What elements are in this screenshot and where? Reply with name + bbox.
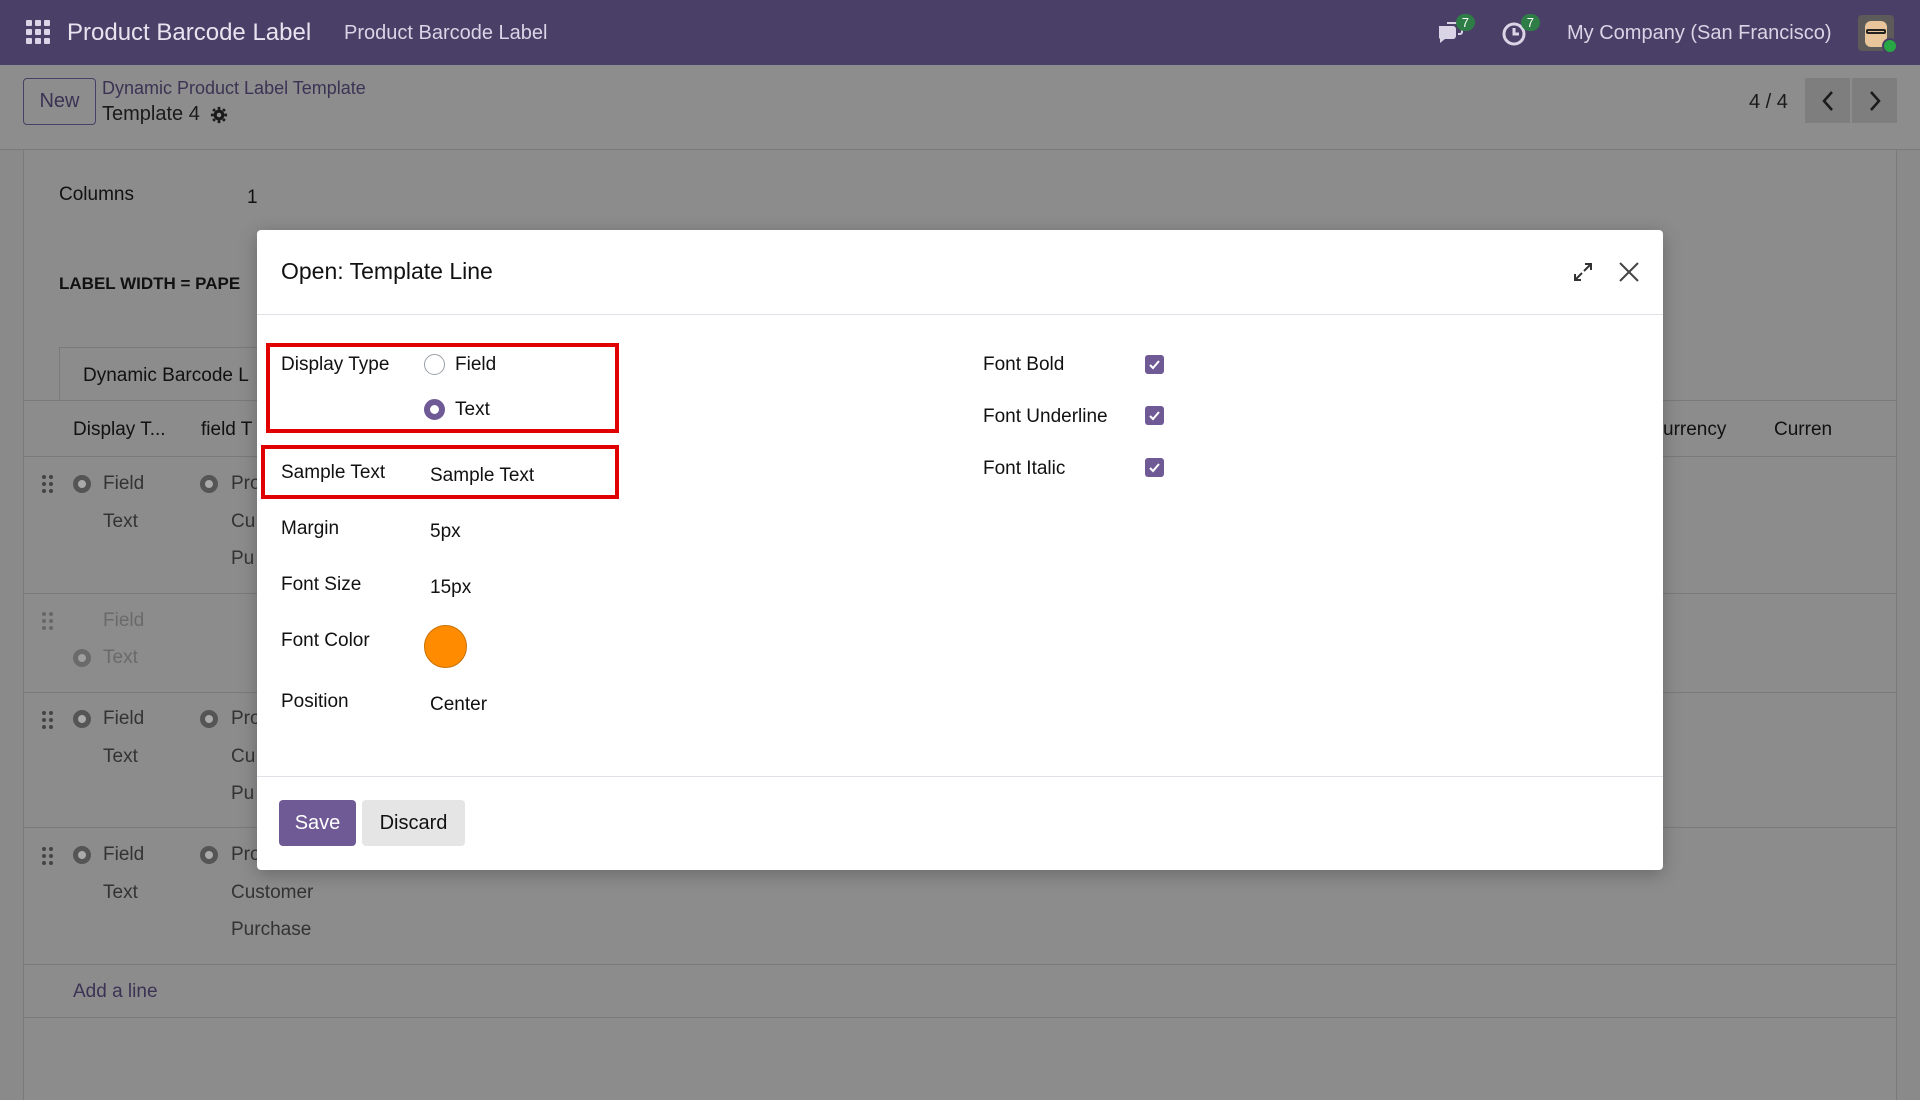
- font-bold-label: Font Bold: [983, 354, 1065, 375]
- activities-badge: 7: [1520, 14, 1540, 31]
- discard-button[interactable]: Discard: [362, 800, 465, 846]
- columns-value[interactable]: 1: [247, 187, 258, 209]
- check-icon: [1149, 463, 1160, 473]
- row-text-option: Text: [103, 746, 138, 767]
- expand-icon[interactable]: [1572, 261, 1594, 283]
- margin-label: Margin: [281, 518, 340, 539]
- radio-field[interactable]: [73, 475, 91, 493]
- activities-button[interactable]: 7: [1500, 14, 1540, 48]
- position-select[interactable]: Center: [430, 694, 487, 716]
- new-button[interactable]: New: [23, 78, 96, 125]
- app-brand[interactable]: Product Barcode Label: [67, 19, 311, 47]
- sample-text-label: Sample Text: [281, 462, 386, 483]
- font-underline-label: Font Underline: [983, 406, 1108, 427]
- breadcrumb-current: Template 4: [102, 103, 228, 126]
- row-field-option: Field: [103, 473, 145, 494]
- column-header-currency[interactable]: urrency: [1663, 419, 1726, 441]
- column-header-display-type[interactable]: Display T...: [73, 419, 166, 441]
- row-field-option: Field: [103, 708, 145, 729]
- dialog-footer: Save Discard: [257, 776, 1663, 870]
- sample-text-input[interactable]: Sample Text: [430, 465, 534, 487]
- position-label: Position: [281, 691, 349, 712]
- radio-product[interactable]: [200, 475, 218, 493]
- label-width-text: LABEL WIDTH = PAPE: [59, 274, 241, 293]
- menu-item-product-barcode-label[interactable]: Product Barcode Label: [344, 22, 547, 45]
- online-status-dot: [1882, 38, 1898, 54]
- pager-previous-button[interactable]: [1805, 78, 1850, 123]
- control-panel: New Dynamic Product Label Template Templ…: [0, 65, 1920, 150]
- check-icon: [1149, 411, 1160, 421]
- messages-button[interactable]: 7: [1435, 14, 1475, 48]
- radio-field[interactable]: [73, 710, 91, 728]
- row-text-option: Text: [103, 647, 138, 668]
- close-icon[interactable]: [1617, 260, 1641, 284]
- company-switcher[interactable]: My Company (San Francisco): [1567, 22, 1832, 45]
- radio-field[interactable]: [73, 846, 91, 864]
- pager-next-button[interactable]: [1852, 78, 1897, 123]
- column-header-curren[interactable]: Curren: [1774, 419, 1832, 441]
- radio-display-type-field[interactable]: [424, 354, 445, 375]
- display-type-label: Display Type: [281, 354, 390, 375]
- radio-text[interactable]: [73, 649, 91, 667]
- row-cell: Customer: [231, 882, 314, 903]
- row-text-option: Text: [103, 882, 138, 903]
- messages-badge: 7: [1455, 14, 1475, 31]
- chevron-right-icon: [1869, 90, 1881, 111]
- divider: [24, 964, 1897, 965]
- pager-value[interactable]: 4 / 4: [1749, 91, 1788, 114]
- record-name: Template 4: [102, 103, 200, 125]
- drag-handle-icon[interactable]: [42, 711, 54, 731]
- divider: [24, 1017, 1897, 1018]
- drag-handle-icon[interactable]: [42, 612, 54, 632]
- tab-label: Dynamic Barcode L: [83, 365, 249, 386]
- font-color-label: Font Color: [281, 630, 370, 651]
- check-icon: [1149, 360, 1160, 370]
- font-size-input[interactable]: 15px: [430, 577, 471, 599]
- row-cell: Cu: [231, 746, 256, 767]
- add-line-link[interactable]: Add a line: [73, 981, 158, 1003]
- radio-display-type-text[interactable]: [424, 399, 445, 420]
- radio-product[interactable]: [200, 846, 218, 864]
- row-field-option: Field: [103, 844, 145, 865]
- gear-icon[interactable]: [210, 106, 228, 124]
- drag-handle-icon[interactable]: [42, 475, 54, 495]
- font-italic-checkbox[interactable]: [1145, 458, 1164, 477]
- font-underline-checkbox[interactable]: [1145, 406, 1164, 425]
- drag-handle-icon[interactable]: [42, 847, 54, 867]
- font-bold-checkbox[interactable]: [1145, 355, 1164, 374]
- margin-input[interactable]: 5px: [430, 521, 461, 543]
- radio-product[interactable]: [200, 710, 218, 728]
- radio-label-text[interactable]: Text: [455, 399, 490, 421]
- dialog-title: Open: Template Line: [281, 258, 493, 284]
- font-size-label: Font Size: [281, 574, 362, 595]
- font-color-picker[interactable]: [424, 625, 467, 668]
- apps-menu-icon[interactable]: [26, 20, 50, 44]
- row-field-option: Field: [103, 610, 145, 631]
- row-cell: Pu: [231, 548, 255, 569]
- column-header-field[interactable]: field T: [201, 419, 252, 441]
- top-navbar: Product Barcode Label Product Barcode La…: [0, 0, 1920, 65]
- row-text-option: Text: [103, 511, 138, 532]
- row-cell: Purchase: [231, 919, 312, 940]
- save-button[interactable]: Save: [279, 800, 356, 846]
- chevron-left-icon: [1821, 90, 1833, 111]
- radio-label-field[interactable]: Field: [455, 354, 496, 376]
- row-cell: Cu: [231, 511, 256, 532]
- template-line-dialog: Open: Template Line Display Type Field T…: [257, 230, 1663, 870]
- font-italic-label: Font Italic: [983, 458, 1066, 479]
- dialog-header: Open: Template Line: [257, 230, 1663, 315]
- columns-label: Columns: [59, 184, 134, 205]
- breadcrumb-parent[interactable]: Dynamic Product Label Template: [102, 78, 366, 99]
- row-cell: Pu: [231, 783, 255, 804]
